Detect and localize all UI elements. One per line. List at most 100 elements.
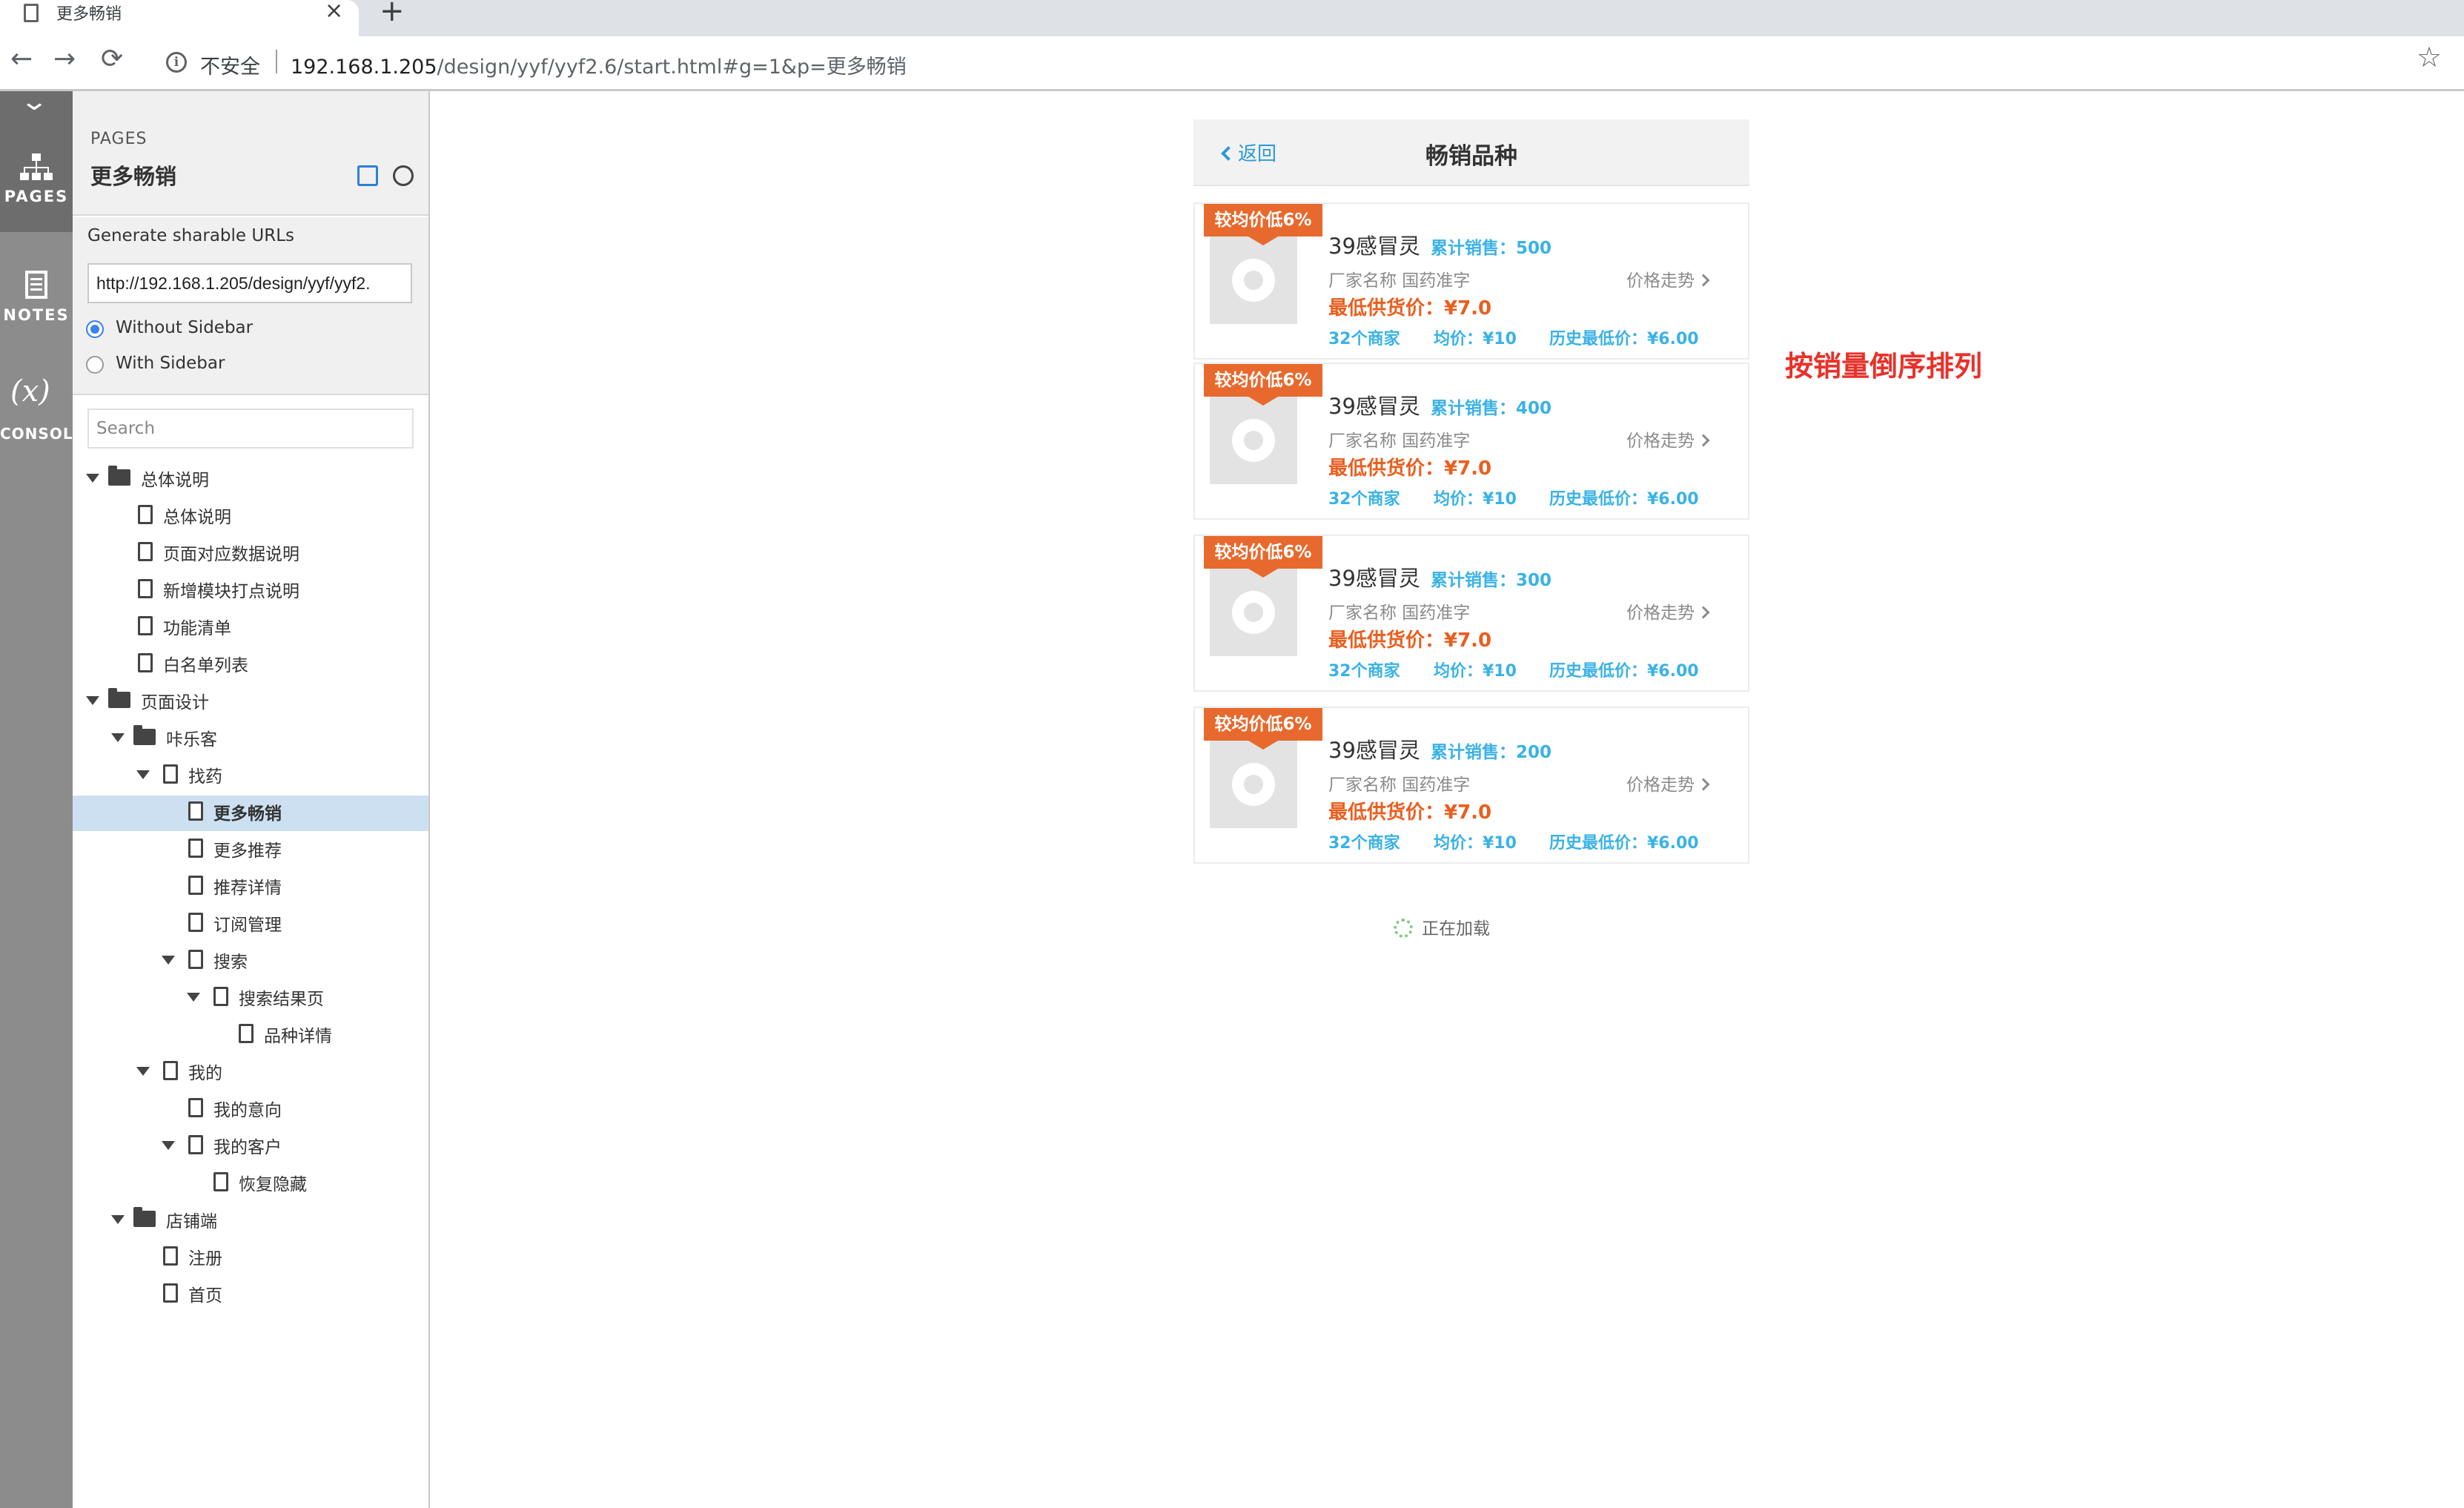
reload-icon[interactable]: ⟳: [101, 44, 123, 74]
tree-node-label: 搜索: [213, 953, 248, 972]
url-host: 192.168.1.205: [291, 56, 437, 79]
share-link-icon[interactable]: [393, 165, 414, 186]
tree-node[interactable]: 恢复隐藏: [73, 1166, 428, 1202]
info-icon[interactable]: i: [166, 52, 187, 73]
tree-node[interactable]: 功能清单: [73, 610, 428, 646]
tree-node[interactable]: 白名单列表: [73, 647, 428, 683]
discount-badge: 较均价低6%: [1204, 536, 1322, 569]
price-trend-link[interactable]: 价格走势: [1626, 266, 1710, 291]
tree-node[interactable]: 品种详情: [73, 1018, 428, 1054]
cumulative-sales: 累计销售：300: [1431, 571, 1552, 590]
tree-node[interactable]: 总体说明: [73, 462, 428, 497]
folder-icon: [133, 725, 156, 745]
tree-node-label: 订阅管理: [213, 916, 282, 935]
tree-node[interactable]: 新增模块打点说明: [73, 573, 428, 609]
page-icon: [138, 579, 153, 598]
radio-unselected[interactable]: [86, 356, 104, 374]
expand-caret-icon[interactable]: [86, 696, 99, 705]
page-icon: [213, 1172, 228, 1191]
browser-tab[interactable]: 更多畅销 ×: [0, 0, 359, 36]
url-text[interactable]: 192.168.1.205/design/yyf/yyf2.6/start.ht…: [291, 50, 907, 79]
sitemap-sidebar: PAGES 更多畅销 Generate sharable URLs http:/…: [73, 91, 430, 1508]
badge-tip: [1248, 569, 1278, 578]
chevron-right-icon: [1697, 778, 1710, 791]
tree-node[interactable]: 搜索结果页: [73, 981, 428, 1016]
tree-node-label: 搜索结果页: [239, 990, 324, 1009]
tree-node[interactable]: 总体说明: [73, 499, 428, 535]
expand-caret-icon[interactable]: [136, 770, 150, 779]
rail-pages-button[interactable]: PAGES: [0, 121, 73, 232]
tree-node-label: 总体说明: [163, 508, 231, 527]
tree-node[interactable]: 推荐详情: [73, 870, 428, 905]
folder-icon: [108, 688, 130, 708]
rail-console-button[interactable]: (x) CONSOLE: [0, 358, 83, 469]
tree-node[interactable]: 更多推荐: [73, 833, 428, 868]
new-tab-icon[interactable]: +: [380, 0, 405, 28]
product-card[interactable]: 较均价低6% 39感冒灵 累计销售：500 厂家名称 国药准字 价格走势 最低供货价：¥7…: [1193, 202, 1749, 360]
page-search-input[interactable]: Search: [87, 409, 414, 449]
url-path: /design/yyf/yyf2.6/start.html#g=1&p=更多畅销: [437, 56, 907, 79]
product-card[interactable]: 较均价低6% 39感冒灵 累计销售：200 厂家名称 国药准字 价格走势 最低供货价：¥7…: [1193, 707, 1749, 864]
tree-node[interactable]: 咔乐客: [73, 721, 428, 757]
expand-caret-icon[interactable]: [86, 474, 99, 483]
page-icon: [163, 1246, 178, 1266]
cumulative-sales: 累计销售：200: [1431, 743, 1552, 762]
tree-node[interactable]: 注册: [73, 1240, 428, 1276]
expand-caret-icon[interactable]: [111, 733, 125, 742]
price-trend-link[interactable]: 价格走势: [1626, 770, 1710, 796]
tree-node-label: 品种详情: [264, 1027, 332, 1046]
manufacturer: 厂家名称 国药准字: [1328, 603, 1471, 623]
sitemap-icon: [20, 153, 53, 180]
expand-caret-icon[interactable]: [162, 1141, 175, 1150]
expand-caret-icon[interactable]: [187, 993, 200, 1002]
tree-node[interactable]: 首页: [73, 1277, 428, 1313]
forward-arrow-icon[interactable]: →: [53, 44, 76, 74]
product-card[interactable]: 较均价低6% 39感冒灵 累计销售：400 厂家名称 国药准字 价格走势 最低供货价：¥7…: [1193, 363, 1749, 520]
open-in-new-icon[interactable]: [357, 165, 378, 186]
radio-selected[interactable]: [86, 320, 104, 338]
tree-node[interactable]: 店铺端: [73, 1203, 428, 1239]
tree-node[interactable]: 页面对应数据说明: [73, 536, 428, 572]
tree-node[interactable]: 我的意向: [73, 1092, 428, 1128]
tree-node[interactable]: 搜索: [73, 944, 428, 979]
collapse-rail-button[interactable]: ⌄: [0, 87, 73, 121]
price-trend-link[interactable]: 价格走势: [1626, 598, 1710, 624]
price-trend-link[interactable]: 价格走势: [1626, 426, 1710, 452]
share-url-field[interactable]: http://192.168.1.205/design/yyf/yyf2.: [87, 263, 412, 303]
page-icon: [213, 987, 228, 1006]
close-tab-icon[interactable]: ×: [325, 0, 343, 24]
tree-node[interactable]: 我的客户: [73, 1129, 428, 1165]
tree-node-label: 咔乐客: [166, 730, 217, 750]
folder-icon: [108, 466, 130, 486]
page-icon: [239, 1024, 254, 1043]
browser-toolbar: ← → ⟳ i 不安全 192.168.1.205/design/yyf/yyf…: [0, 36, 2464, 91]
tree-node-label: 找药: [188, 767, 222, 787]
product-thumbnail: [1210, 569, 1297, 656]
tree-node[interactable]: 我的: [73, 1055, 428, 1091]
tree-node[interactable]: 订阅管理: [73, 907, 428, 942]
historical-low-price: 历史最低价：¥6.00: [1549, 490, 1699, 509]
placeholder-image-icon: [1232, 419, 1275, 462]
page-icon: [163, 764, 178, 784]
badge-tip: [1248, 397, 1278, 406]
discount-badge: 较均价低6%: [1204, 708, 1322, 741]
folder-icon: [133, 1207, 156, 1227]
notes-icon: [25, 271, 47, 299]
expand-caret-icon[interactable]: [111, 1215, 125, 1224]
share-title: Generate sharable URLs: [87, 226, 294, 245]
bookmark-star-icon[interactable]: ☆: [2417, 41, 2442, 73]
address-bar[interactable]: i 不安全 192.168.1.205/design/yyf/yyf2.6/st…: [153, 44, 2436, 81]
back-arrow-icon[interactable]: ←: [10, 44, 33, 74]
manufacturer: 厂家名称 国药准字: [1328, 776, 1471, 795]
product-card[interactable]: 较均价低6% 39感冒灵 累计销售：300 厂家名称 国药准字 价格走势 最低供货价：¥7…: [1193, 535, 1749, 692]
tree-node[interactable]: 页面设计: [73, 684, 428, 720]
expand-caret-icon[interactable]: [162, 956, 175, 965]
tree-node[interactable]: 更多畅销: [73, 796, 428, 831]
page-icon: [24, 4, 39, 22]
rail-notes-button[interactable]: NOTES: [0, 239, 73, 351]
expand-caret-icon[interactable]: [136, 1067, 150, 1076]
price-trend-label: 价格走势: [1626, 776, 1695, 795]
price-trend-label: 价格走势: [1626, 431, 1695, 451]
tree-node[interactable]: 找药: [73, 758, 428, 794]
tree-node-label: 白名单列表: [163, 656, 248, 675]
